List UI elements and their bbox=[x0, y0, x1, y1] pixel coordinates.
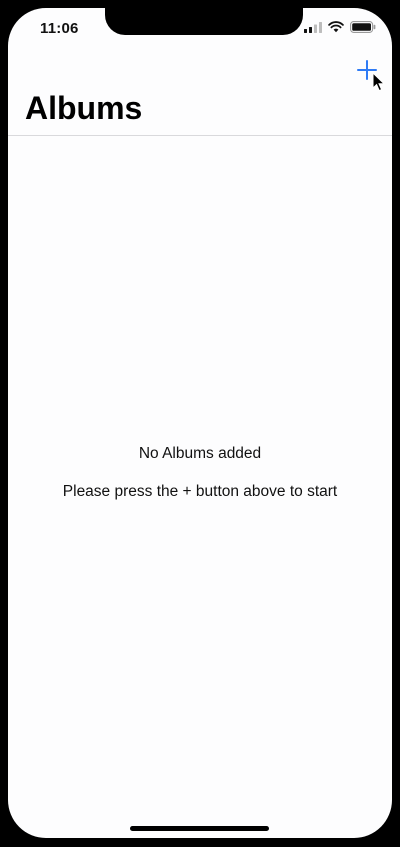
empty-state-message: Please press the + button above to start bbox=[62, 483, 338, 500]
mouse-cursor-icon bbox=[372, 72, 386, 92]
home-indicator[interactable] bbox=[130, 826, 269, 831]
status-time: 11:06 bbox=[40, 20, 79, 37]
app-screen: 11:06 Albums No Albums added Please pres… bbox=[8, 8, 392, 838]
battery-icon bbox=[350, 21, 376, 33]
status-icons bbox=[304, 21, 376, 33]
empty-state-title: No Albums added bbox=[138, 445, 262, 462]
device-frame: 11:06 Albums No Albums added Please pres… bbox=[0, 0, 400, 847]
page-title: Albums bbox=[25, 90, 143, 126]
signal-icon bbox=[304, 21, 322, 33]
nav-divider bbox=[8, 135, 392, 136]
device-notch bbox=[105, 8, 303, 35]
wifi-icon bbox=[328, 21, 344, 33]
